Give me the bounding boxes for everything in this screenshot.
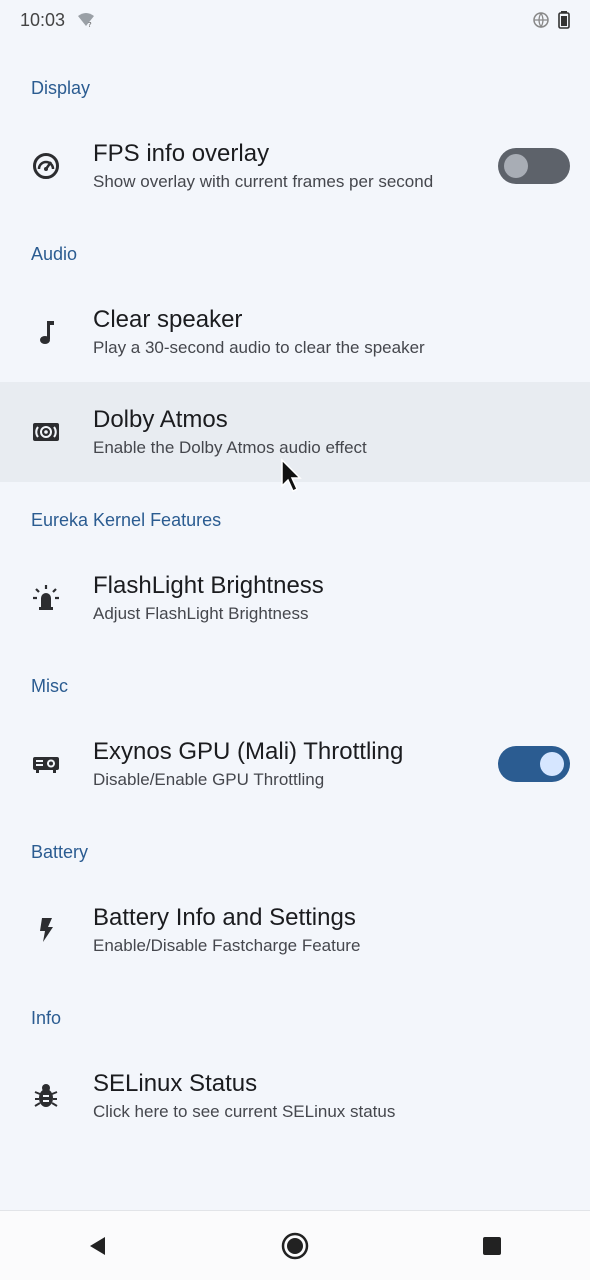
section-title-eureka-kernel: Eureka Kernel Features	[31, 509, 222, 530]
section-title-misc: Misc	[31, 675, 68, 696]
bug-icon	[30, 1080, 62, 1112]
gpu-icon	[30, 748, 62, 780]
setting-battery-info[interactable]: Battery Info and Settings Enable/Disable…	[0, 880, 590, 980]
back-triangle-icon	[90, 1236, 106, 1255]
settings-list: Display FPS info overlay Show overlay wi…	[0, 60, 590, 1146]
setting-subtitle: Enable/Disable Fastcharge Feature	[93, 936, 361, 955]
setting-fps-overlay[interactable]: FPS info overlay Show overlay with curre…	[0, 116, 590, 216]
lightning-icon	[30, 914, 62, 946]
setting-subtitle: Adjust FlashLight Brightness	[93, 604, 309, 623]
globe-icon	[532, 11, 550, 29]
setting-gpu-throttling[interactable]: Exynos GPU (Mali) Throttling Disable/Ena…	[0, 714, 590, 814]
home-circle-icon	[281, 1232, 309, 1259]
navigation-bar	[0, 1210, 590, 1280]
setting-subtitle: Enable the Dolby Atmos audio effect	[93, 438, 367, 457]
flashlight-icon	[30, 582, 62, 614]
gpu-throttling-toggle[interactable]	[498, 746, 570, 782]
setting-title: Dolby Atmos	[93, 406, 228, 433]
setting-title: FPS info overlay	[93, 140, 270, 167]
setting-subtitle: Disable/Enable GPU Throttling	[93, 770, 325, 789]
back-button[interactable]	[78, 1226, 118, 1266]
setting-selinux-status[interactable]: SELinux Status Click here to see current…	[0, 1046, 590, 1146]
section-title-info: Info	[31, 1007, 62, 1028]
speedometer-icon	[30, 150, 62, 182]
setting-title: Clear speaker	[93, 306, 243, 333]
setting-subtitle: Show overlay with current frames per sec…	[93, 172, 434, 191]
battery-icon	[558, 11, 570, 29]
music-note-icon	[30, 316, 62, 348]
toggle-knob	[504, 154, 528, 178]
setting-title: Exynos GPU (Mali) Throttling	[93, 738, 404, 765]
recents-square-icon	[482, 1236, 501, 1255]
toggle-knob	[540, 752, 564, 776]
setting-subtitle: Click here to see current SELinux status	[93, 1102, 396, 1121]
section-title-audio: Audio	[31, 243, 78, 264]
fps-overlay-toggle[interactable]	[498, 148, 570, 184]
status-time: 10:03	[20, 9, 66, 30]
surround-sound-icon	[30, 416, 62, 448]
recents-button[interactable]	[472, 1226, 512, 1266]
wifi-unknown-icon: ?	[77, 11, 95, 29]
section-title-battery: Battery	[31, 841, 89, 862]
setting-title: SELinux Status	[93, 1070, 258, 1097]
home-button[interactable]	[275, 1226, 315, 1266]
mouse-cursor-icon	[280, 458, 304, 499]
setting-flashlight-brightness[interactable]: FlashLight Brightness Adjust FlashLight …	[0, 548, 590, 648]
setting-clear-speaker[interactable]: Clear speaker Play a 30-second audio to …	[0, 282, 590, 382]
svg-text:?: ?	[88, 21, 92, 29]
setting-title: FlashLight Brightness	[93, 572, 324, 599]
status-bar: 10:03 ?	[0, 0, 590, 40]
section-title-display: Display	[31, 77, 91, 98]
setting-subtitle: Play a 30-second audio to clear the spea…	[93, 338, 425, 357]
setting-title: Battery Info and Settings	[93, 904, 356, 931]
